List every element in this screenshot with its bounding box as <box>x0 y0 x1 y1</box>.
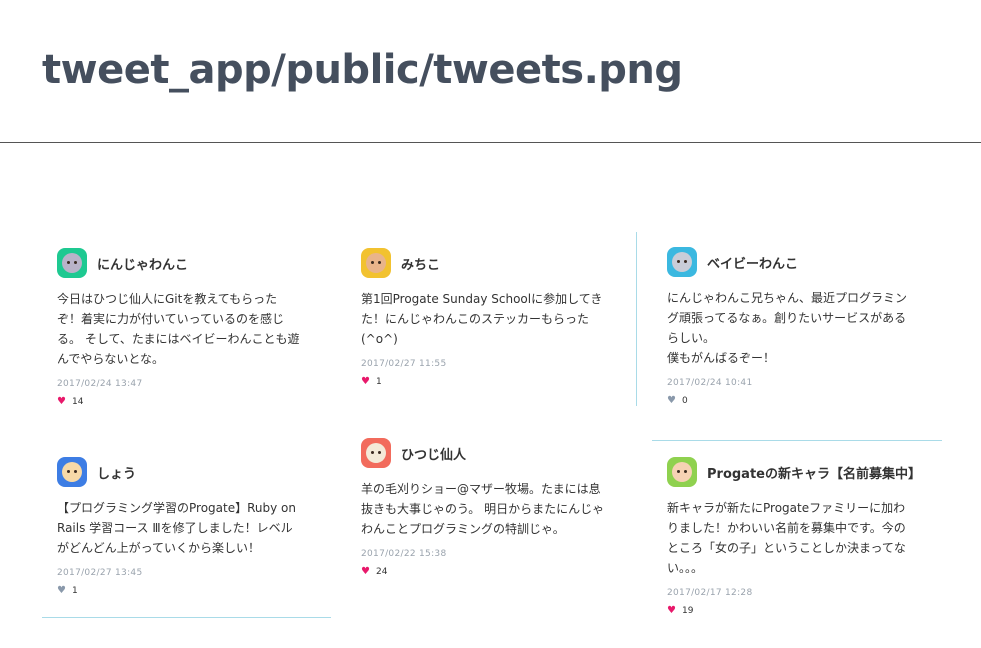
sheep-sage-avatar-icon[interactable] <box>361 438 391 468</box>
like-counter: ♥ 19 <box>667 606 957 617</box>
tweet-date: 2017/02/27 11:55 <box>361 359 447 369</box>
tweet-content: 第1回Progate Sunday Schoolに参加してき た！にんじゃわんこ… <box>361 292 603 346</box>
tweet-card[interactable]: にんじゃわんこ 今日はひつじ仙人にGitを教えてもらった ぞ！着実に力が付いてい… <box>57 247 337 407</box>
tweet-header: Progateの新キャラ【名前募集中】 <box>667 456 957 488</box>
tweet-date: 2017/02/24 13:47 <box>57 379 143 389</box>
tweet-date: 2017/02/24 10:41 <box>667 378 753 388</box>
card-separator <box>636 232 637 406</box>
like-counter: ♥ 1 <box>361 377 641 388</box>
tweet-card[interactable]: Progateの新キャラ【名前募集中】 新キャラが新たにProgateファミリー… <box>667 456 957 616</box>
page-title: tweet_app/public/tweets.png <box>42 47 683 93</box>
tweet-username[interactable]: しょう <box>97 463 136 482</box>
tweet-card[interactable]: ひつじ仙人 羊の毛刈りショー@マザー牧場。たまには息 抜きも大事じゃのう。 明日… <box>361 437 641 577</box>
tweet-header: ベイビーわんこ <box>667 246 947 278</box>
heart-icon[interactable]: ♥ <box>361 377 370 387</box>
like-count: 1 <box>375 377 382 387</box>
tweet-card[interactable]: みちこ 第1回Progate Sunday Schoolに参加してき た！にんじ… <box>361 247 641 387</box>
like-counter: ♥ 24 <box>361 567 641 578</box>
heart-icon[interactable]: ♥ <box>57 397 66 407</box>
heart-icon[interactable]: ♥ <box>57 586 66 596</box>
ninja-dog-avatar-icon[interactable] <box>57 248 87 278</box>
card-separator <box>652 440 942 441</box>
baby-dog-avatar-icon[interactable] <box>667 247 697 277</box>
tweet-card[interactable]: ベイビーわんこ にんじゃわんこ兄ちゃん、最近プログラミン グ頑張ってるなぁ。創り… <box>667 246 947 406</box>
michiko-avatar-icon[interactable] <box>361 248 391 278</box>
tweet-content: 【プログラミング学習のProgate】Ruby on Rails 学習コース Ⅲ… <box>57 501 296 555</box>
tweet-content: 新キャラが新たにProgateファミリーに加わ りました！かわいい名前を募集中で… <box>667 501 906 575</box>
tweet-username[interactable]: にんじゃわんこ <box>97 254 188 273</box>
tweet-username[interactable]: ひつじ仙人 <box>401 444 466 463</box>
like-count: 0 <box>681 396 688 406</box>
tweet-username[interactable]: みちこ <box>401 254 440 273</box>
tweet-username[interactable]: ベイビーわんこ <box>707 253 798 272</box>
tweet-content: 羊の毛刈りショー@マザー牧場。たまには息 抜きも大事じゃのう。 明日からまたにん… <box>361 482 605 536</box>
like-count: 1 <box>71 586 78 596</box>
like-count: 24 <box>375 567 388 577</box>
tweet-date: 2017/02/17 12:28 <box>667 588 753 598</box>
like-count: 14 <box>71 397 84 407</box>
shou-avatar-icon[interactable] <box>57 457 87 487</box>
tweet-date: 2017/02/22 15:38 <box>361 549 447 559</box>
tweet-card[interactable]: しょう 【プログラミング学習のProgate】Ruby on Rails 学習コ… <box>57 456 337 596</box>
heart-icon[interactable]: ♥ <box>361 567 370 577</box>
like-counter: ♥ 14 <box>57 397 337 408</box>
tweet-content: 今日はひつじ仙人にGitを教えてもらった ぞ！着実に力が付いていっているのを感じ… <box>57 292 300 366</box>
tweet-header: みちこ <box>361 247 641 279</box>
tweet-header: にんじゃわんこ <box>57 247 337 279</box>
like-counter: ♥ 0 <box>667 396 947 407</box>
heart-icon[interactable]: ♥ <box>667 606 676 616</box>
tweet-username[interactable]: Progateの新キャラ【名前募集中】 <box>707 463 921 482</box>
like-counter: ♥ 1 <box>57 586 337 597</box>
tweet-date: 2017/02/27 13:45 <box>57 568 143 578</box>
title-divider <box>0 142 981 143</box>
card-separator <box>42 617 331 618</box>
heart-icon[interactable]: ♥ <box>667 396 676 406</box>
tweet-content: にんじゃわんこ兄ちゃん、最近プログラミン グ頑張ってるなぁ。創りたいサービスがあ… <box>667 291 908 365</box>
like-count: 19 <box>681 606 694 616</box>
tweet-header: ひつじ仙人 <box>361 437 641 469</box>
tweet-header: しょう <box>57 456 337 488</box>
new-character-avatar-icon[interactable] <box>667 457 697 487</box>
